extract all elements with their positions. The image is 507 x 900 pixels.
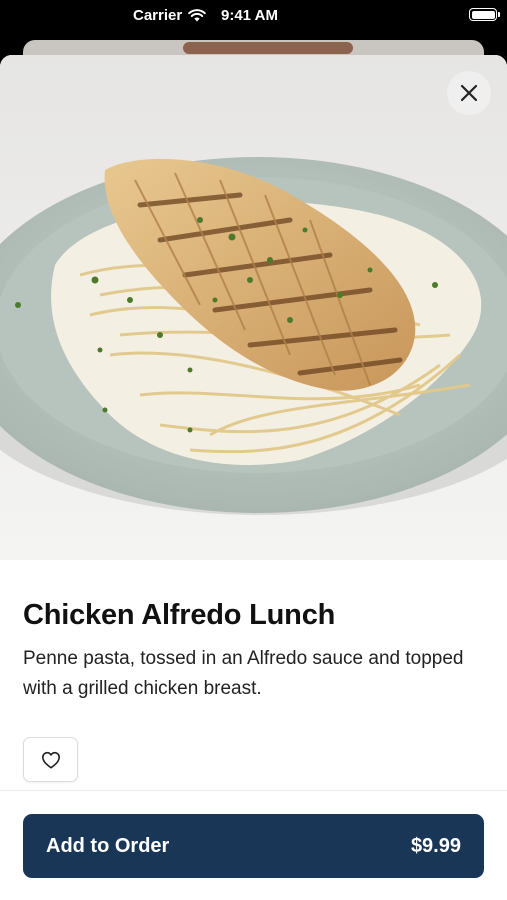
add-to-order-label: Add to Order [46,834,170,857]
close-icon [460,84,478,102]
item-title: Chicken Alfredo Lunch [23,599,336,631]
item-details: Chicken Alfredo Lunch Penne pasta, tosse… [0,560,507,782]
battery-icon [469,8,500,21]
close-button[interactable] [447,71,491,115]
favorite-button[interactable] [23,737,78,782]
divider [0,790,507,791]
add-to-order-button[interactable]: Add to Order $9.99 [23,814,484,878]
status-time: 9:41 AM [221,7,278,24]
carrier-label: Carrier [133,7,183,24]
screen: Carrier 9:41 AM Chicken Alfredo Lunch Pe… [0,0,507,900]
item-detail-sheet: Chicken Alfredo Lunch Penne pasta, tosse… [0,55,507,900]
wifi-icon [188,9,207,22]
item-price: $9.99 [410,834,461,857]
item-description: Penne pasta, tossed in an Alfredo sauce … [23,648,464,699]
status-carrier-group: Carrier [133,7,207,24]
status-bar: Carrier 9:41 AM [0,0,507,30]
heart-icon [41,751,60,769]
dish-photo [0,55,507,560]
